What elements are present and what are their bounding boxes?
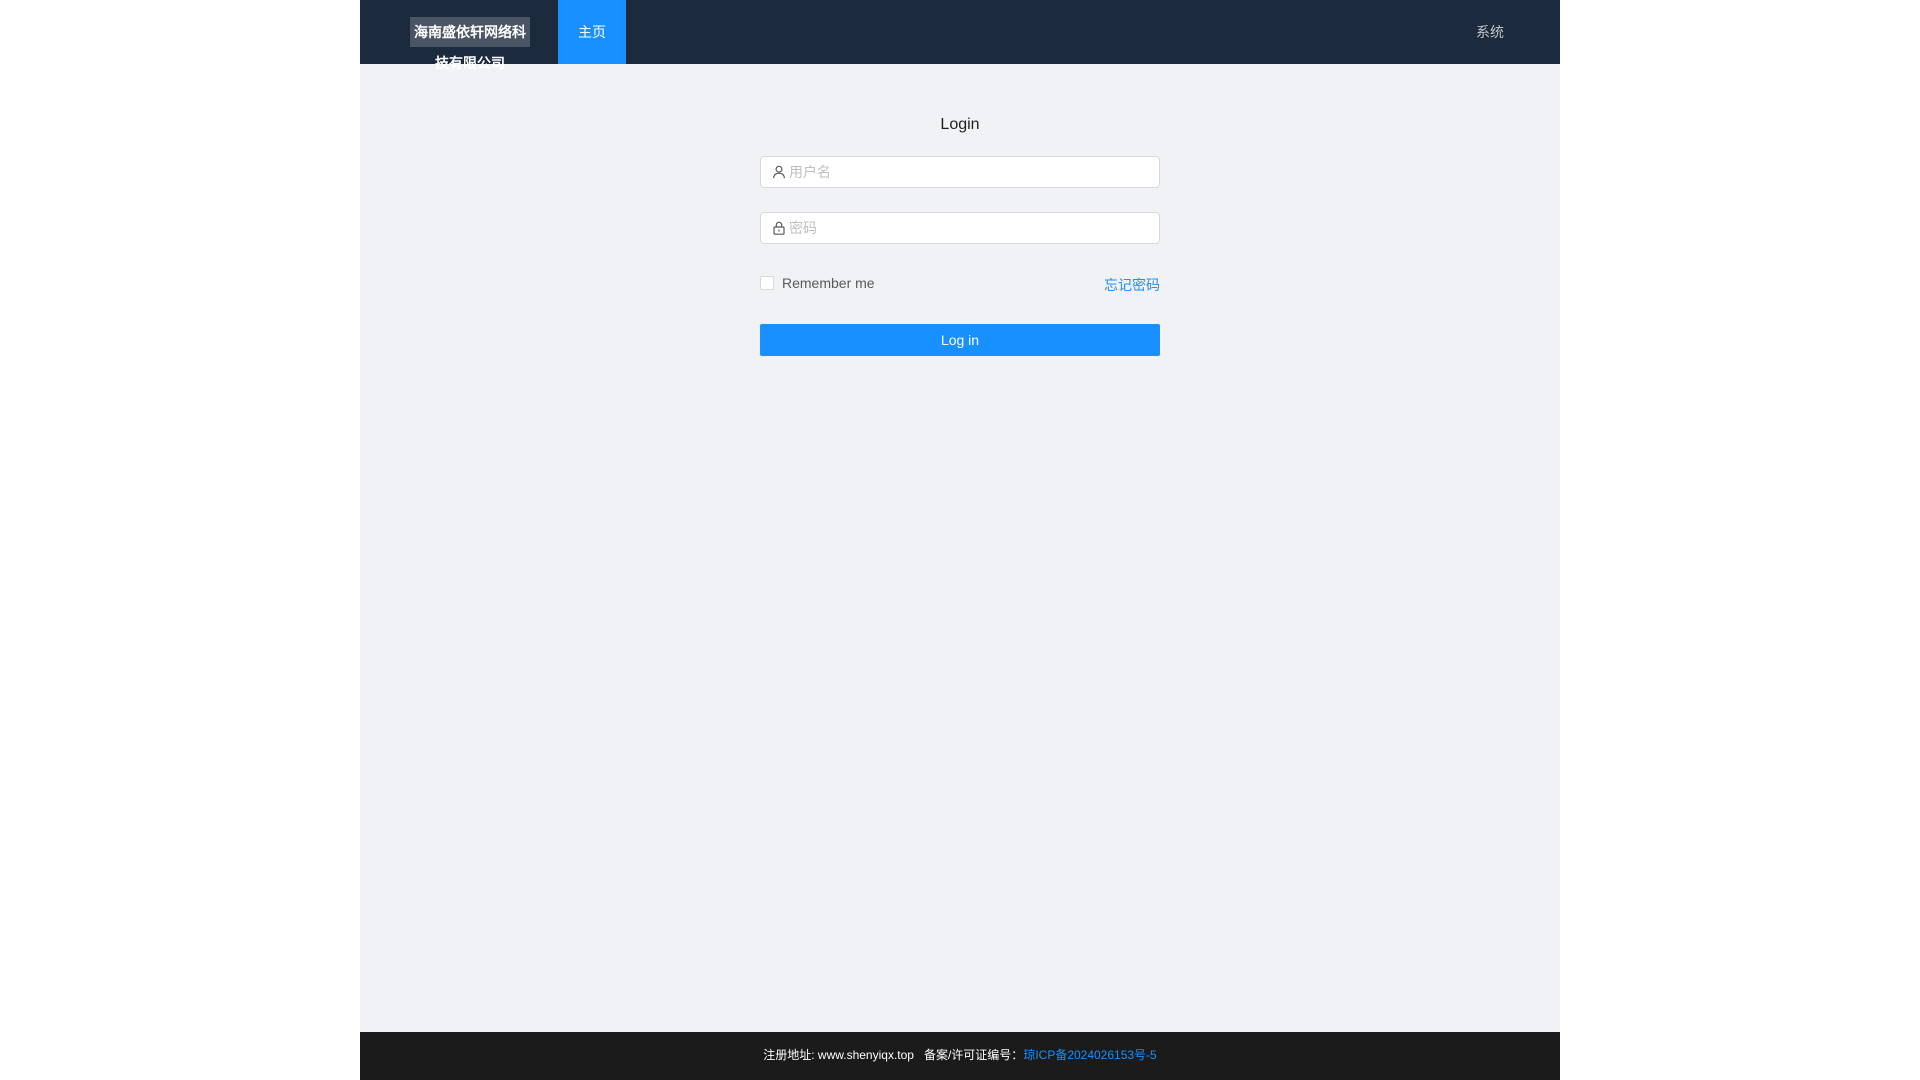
footer-license-prefix: 备案/许可证编号：: [923, 1048, 1024, 1062]
password-field[interactable]: [760, 212, 1160, 244]
username-input[interactable]: [789, 157, 1149, 187]
top-header: 海南盛依轩网络科技有限公司 主页 系统: [360, 0, 1560, 71]
remember-me-checkbox[interactable]: [760, 276, 774, 290]
user-icon: [772, 165, 786, 179]
username-field[interactable]: [760, 156, 1160, 188]
app-container: 海南盛依轩网络科技有限公司 主页 系统 Login 用户名 Remember m…: [360, 0, 1560, 1080]
footer-license-link[interactable]: 琼ICP备2024026153号-5: [1023, 1048, 1156, 1062]
login-form: Login Remember: [760, 112, 1160, 356]
nav-item-home[interactable]: 主页: [558, 0, 626, 64]
password-input[interactable]: [789, 213, 1149, 243]
footer-address: 注册地址: www.shenyiqx.top: [763, 1048, 914, 1062]
remember-me-label: Remember me: [782, 275, 875, 291]
nav-item-system[interactable]: 系统: [1460, 0, 1520, 64]
login-button[interactable]: Log in: [760, 324, 1160, 356]
lock-icon: [772, 221, 786, 235]
remember-me-control[interactable]: Remember me: [760, 275, 875, 291]
login-title: Login: [940, 116, 980, 133]
page-footer: 注册地址: www.shenyiqx.top 备案/许可证编号：琼ICP备2024…: [360, 1032, 1560, 1080]
login-options: Remember me 忘记密码: [760, 268, 1160, 300]
forgot-password-link[interactable]: 忘记密码: [1104, 275, 1160, 295]
company-logo: 海南盛依轩网络科技有限公司: [410, 17, 530, 71]
